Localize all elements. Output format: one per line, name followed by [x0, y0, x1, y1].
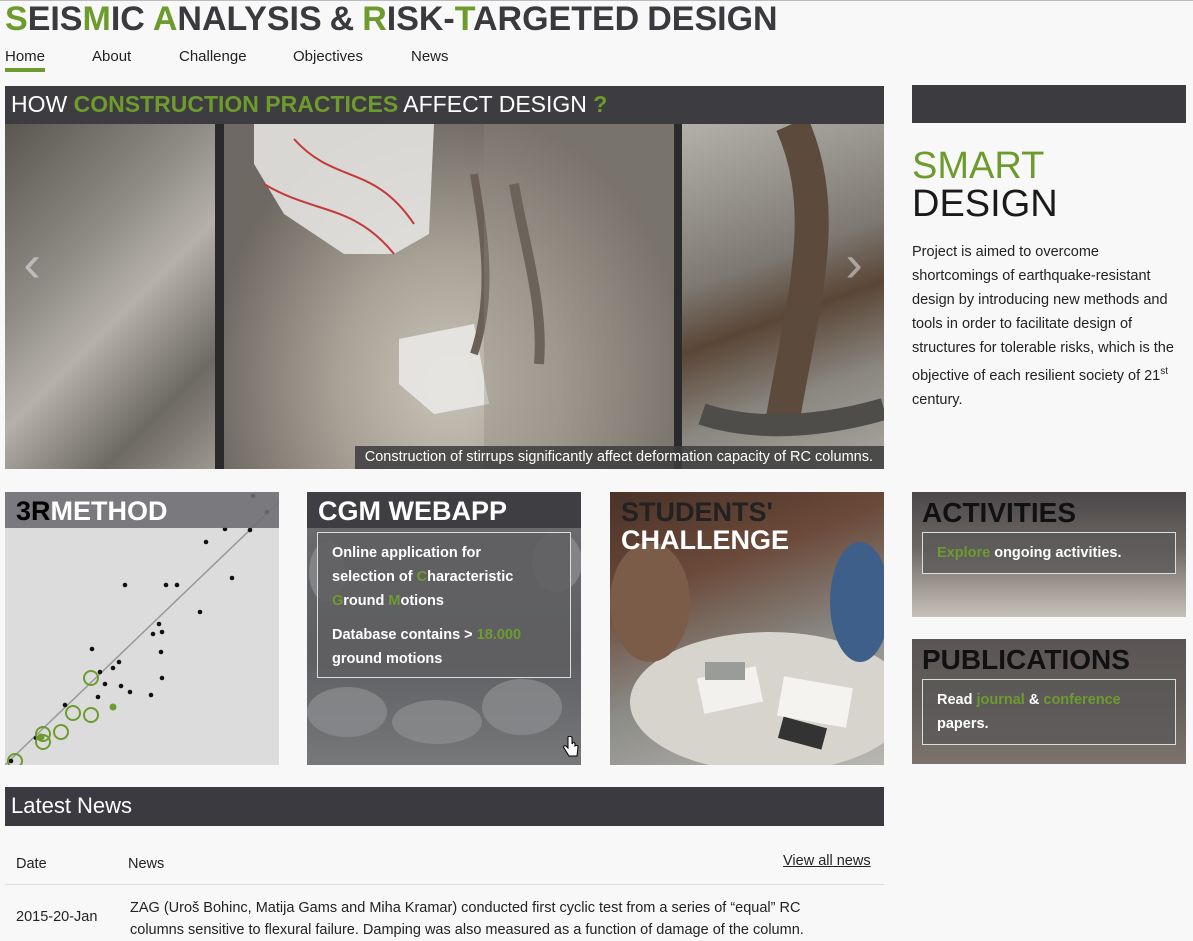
carousel-photo-rebar-right — [682, 124, 884, 469]
webapp-text: haracteristic — [427, 569, 514, 585]
hero-title-question: ? — [593, 91, 608, 117]
title-ampersand: & — [329, 0, 355, 38]
webapp-text: selection of — [332, 569, 417, 585]
photo-divider — [215, 124, 224, 469]
smart-heading-line2: DESIGN — [912, 183, 1058, 225]
hero-carousel[interactable]: HOW CONSTRUCTION PRACTICES AFFECT DESIGN… — [5, 86, 884, 469]
scatter-plot-graphic — [5, 493, 279, 765]
challenge-title-line2: CHALLENGE — [621, 525, 789, 555]
activities-title: ACTIVITIES — [922, 497, 1077, 528]
chevron-right-icon[interactable]: › — [839, 234, 869, 294]
site-title[interactable]: SEISMIC ANALYSIS & RISK-TARGETED DESIGN — [5, 0, 786, 38]
title-letter-s: S — [5, 0, 28, 38]
photo-detail-graphic — [698, 124, 884, 437]
publications-journal-link[interactable]: journal — [977, 692, 1025, 708]
webapp-db-text-end: ground motions — [332, 651, 443, 667]
title-letter-a: A — [152, 0, 178, 38]
challenge-title-line1: STUDENTS' — [621, 497, 773, 527]
tile-cgm-webapp[interactable]: CGM WEBAPP Online application for select… — [307, 492, 581, 765]
webapp-info-box: Online application for selection of Char… — [317, 532, 571, 678]
project-text-body: Project is aimed to overcome shortcoming… — [912, 244, 1174, 384]
hero-title: HOW CONSTRUCTION PRACTICES AFFECT DESIGN… — [5, 86, 884, 124]
view-all-news-link[interactable]: View all news — [783, 853, 871, 869]
title-part: ISK- — [386, 0, 455, 38]
sidebar-top-bar — [912, 85, 1186, 123]
hero-title-post: AFFECT DESIGN — [398, 91, 594, 117]
publications-box: Read journal & conference papers. — [922, 679, 1176, 745]
publications-text-end: papers. — [937, 716, 989, 732]
smart-heading-line1: SMART — [912, 145, 1045, 187]
col-header-date: Date — [16, 856, 47, 872]
chevron-left-icon[interactable]: ‹ — [17, 234, 47, 294]
tile-activities[interactable]: ACTIVITIES Explore ongoing activities. — [912, 492, 1186, 617]
webapp-line1: Online application for — [332, 545, 482, 561]
webapp-text: round — [343, 593, 389, 609]
news-row-text: ZAG (Uroš Bohinc, Matija Gams and Miha K… — [130, 900, 804, 938]
nav-home[interactable]: Home — [5, 46, 46, 72]
nav-challenge[interactable]: Challenge — [179, 46, 247, 68]
col-header-news: News — [128, 856, 165, 872]
webapp-db-count: 18.000 — [476, 627, 522, 643]
webapp-letter-g: G — [332, 593, 344, 609]
carousel-photo-rebar-left — [5, 124, 215, 469]
title-part: D — [647, 0, 672, 38]
news-row-date: 2015-20-Jan — [16, 909, 98, 925]
title-letter-r: R — [362, 0, 387, 38]
tile-publications[interactable]: PUBLICATIONS Read journal & conference pa… — [912, 639, 1186, 764]
nav-about[interactable]: About — [92, 46, 131, 68]
webapp-db-text: Database contains > — [332, 627, 477, 643]
title-part: ESIGN — [671, 0, 778, 38]
title-part: ARGETED — [473, 0, 640, 38]
webapp-text: otions — [400, 593, 444, 609]
title-part: EIS — [27, 0, 83, 38]
publications-text: Read — [937, 692, 977, 708]
hero-title-highlight: CONSTRUCTION PRACTICES — [73, 91, 399, 117]
activities-explore[interactable]: Explore — [937, 545, 990, 561]
hero-title-pre: HOW — [11, 91, 74, 117]
tile-cgm-webapp-title: CGM WEBAPP — [307, 492, 581, 528]
project-text-end: century. — [912, 391, 963, 408]
activities-text: ongoing activities. — [990, 545, 1122, 561]
title-part: IC — [110, 0, 145, 38]
table-divider — [5, 884, 884, 885]
webapp-letter-c: C — [416, 569, 428, 585]
project-description: Project is aimed to overcome shortcoming… — [912, 240, 1186, 412]
tile-3r-method-title: 3RMETHOD — [5, 492, 279, 528]
title-letter-t: T — [454, 0, 473, 38]
publications-conference-link[interactable]: conference — [1043, 692, 1120, 708]
photo-divider — [674, 124, 682, 469]
tile-3r-method[interactable]: 3RMETHOD — [5, 492, 279, 765]
tile-title-word: METHOD — [50, 496, 168, 526]
publications-text: & — [1024, 692, 1044, 708]
carousel-photo-column-failure — [224, 124, 674, 469]
hand-cursor-icon — [563, 736, 579, 757]
title-letter-m: M — [82, 0, 111, 38]
tile-students-challenge-title: STUDENTS' CHALLENGE — [610, 498, 789, 554]
nav-objectives[interactable]: Objectives — [293, 46, 363, 68]
hero-caption: Construction of stirrups significantly a… — [354, 446, 884, 469]
publications-title: PUBLICATIONS — [922, 644, 1130, 675]
project-text-superscript: st — [1160, 366, 1169, 377]
title-part: NALYSIS — [177, 0, 322, 38]
photo-detail-graphic — [254, 124, 674, 469]
tile-title-prefix: 3R — [16, 496, 51, 526]
webapp-letter-m: M — [388, 593, 401, 609]
activities-box: Explore ongoing activities. — [922, 532, 1176, 574]
smart-design-heading: SMART DESIGN — [912, 147, 1058, 223]
tile-students-challenge[interactable]: STUDENTS' CHALLENGE — [610, 492, 884, 765]
latest-news-heading: Latest News — [5, 787, 884, 826]
nav-news[interactable]: News — [411, 46, 449, 68]
